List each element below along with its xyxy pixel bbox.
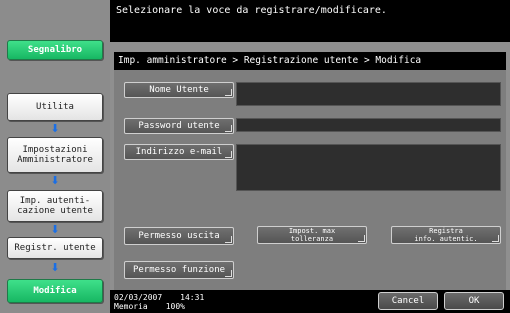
arrow-down-icon: ⬇ (50, 174, 60, 187)
edit-panel: Imp. amministratore > Registrazione uten… (114, 52, 506, 290)
memory-label: Memoria (114, 302, 148, 311)
copier-panel-screen: Segnalibro Utilita ⬇ Impostazioni Ammini… (0, 0, 510, 313)
output-permission-button[interactable]: Permesso uscita (124, 227, 234, 245)
sidebar-item-user-registration[interactable]: Registr. utente (7, 237, 103, 259)
user-name-button[interactable]: Nome Utente (124, 82, 234, 98)
main-panel: Imp. amministratore > Registrazione uten… (110, 42, 510, 290)
datetime-display: 02/03/2007 14:31 Memoria 100% (114, 293, 222, 311)
sidebar-item-modify[interactable]: Modifica (7, 279, 103, 303)
arrow-down-icon: ⬇ (50, 122, 60, 135)
breadcrumb: Imp. amministratore > Registrazione uten… (114, 52, 506, 70)
sidebar-item-utilita[interactable]: Utilita (7, 93, 103, 121)
message-bar: Selezionare la voce da registrare/modifi… (110, 0, 510, 42)
bookmark-button[interactable]: Segnalibro (7, 40, 103, 60)
user-name-field[interactable] (236, 82, 501, 106)
memory-value: 100% (165, 302, 185, 311)
status-bar: 02/03/2007 14:31 Memoria 100% Cancel OK (110, 290, 510, 313)
password-button[interactable]: Password utente (124, 118, 234, 134)
function-permission-button[interactable]: Permesso funzione (124, 261, 234, 279)
sidebar-item-admin-settings[interactable]: Impostazioni Amministratore (7, 137, 103, 173)
max-tolerance-button[interactable]: Impost. max tolleranza (257, 226, 367, 244)
password-field[interactable] (236, 118, 501, 132)
arrow-down-icon: ⬇ (50, 261, 60, 274)
sidebar-item-user-auth[interactable]: Imp. autenti- cazione utente (7, 190, 103, 222)
email-field[interactable] (236, 144, 501, 191)
sidebar: Segnalibro Utilita ⬇ Impostazioni Ammini… (0, 0, 110, 313)
date-text: 02/03/2007 (114, 293, 163, 302)
register-auth-info-button[interactable]: Registra info. autentic. (391, 226, 501, 244)
time-text: 14:31 (180, 293, 205, 302)
arrow-down-icon: ⬇ (50, 223, 60, 236)
cancel-button[interactable]: Cancel (378, 292, 438, 310)
email-button[interactable]: Indirizzo e-mail (124, 144, 234, 160)
instruction-text: Selezionare la voce da registrare/modifi… (116, 5, 387, 16)
ok-button[interactable]: OK (444, 292, 504, 310)
